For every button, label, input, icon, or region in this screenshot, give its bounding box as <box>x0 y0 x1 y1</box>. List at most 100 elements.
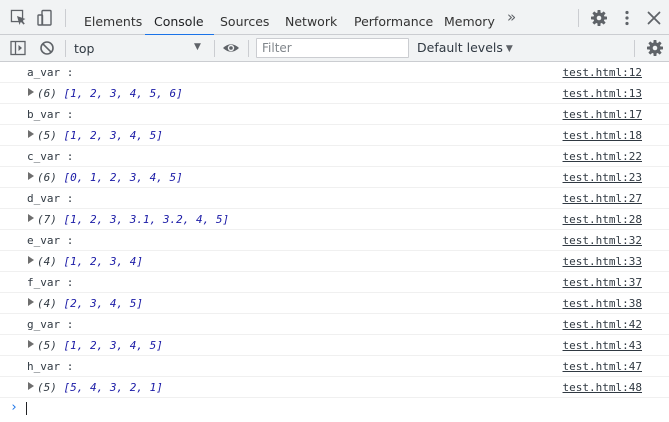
array-value: [1, 2, 3, 4] <box>63 255 143 268</box>
array-preview[interactable]: (4) [2, 3, 4, 5] <box>37 297 143 310</box>
console-log-message: a_var : test.html:12 <box>0 62 669 83</box>
tab-network[interactable]: Network <box>285 0 337 35</box>
expand-triangle-icon[interactable] <box>28 382 34 390</box>
source-link[interactable]: test.html:28 <box>563 213 642 226</box>
clear-console-icon[interactable] <box>38 39 56 57</box>
array-value: [0, 1, 2, 3, 4, 5] <box>63 171 183 184</box>
console-log-message: d_var : test.html:27 <box>0 188 669 209</box>
log-levels-dropdown[interactable]: Default levels ▼ <box>417 40 513 55</box>
console-log-message: b_var : test.html:17 <box>0 104 669 125</box>
settings-gear-icon[interactable] <box>590 9 608 27</box>
console-array-message[interactable]: (6) [1, 2, 3, 4, 5, 6] test.html:13 <box>0 83 669 104</box>
array-length: (5) <box>37 381 57 394</box>
tab-elements[interactable]: Elements <box>84 0 142 35</box>
expand-triangle-icon[interactable] <box>28 172 34 180</box>
context-selector[interactable]: top ▼ <box>74 35 214 61</box>
expand-triangle-icon[interactable] <box>28 340 34 348</box>
expand-triangle-icon[interactable] <box>28 130 34 138</box>
source-link[interactable]: test.html:37 <box>563 276 642 289</box>
tab-memory[interactable]: Memory <box>444 0 495 35</box>
source-link[interactable]: test.html:12 <box>563 66 642 79</box>
text-caret <box>26 402 27 415</box>
array-value: [1, 2, 3, 3.1, 3.2, 4, 5] <box>63 213 230 226</box>
tab-sources[interactable]: Sources <box>220 0 269 35</box>
filter-input[interactable] <box>256 38 409 58</box>
array-preview[interactable]: (5) [1, 2, 3, 4, 5] <box>37 339 163 352</box>
log-text: f_var : <box>27 276 74 289</box>
console-log-message: h_var : test.html:47 <box>0 356 669 377</box>
console-output: a_var : test.html:12 (6) [1, 2, 3, 4, 5, 6… <box>0 62 669 422</box>
console-array-message[interactable]: (7) [1, 2, 3, 3.1, 3.2, 4, 5] test.html:2… <box>0 209 669 230</box>
expand-triangle-icon[interactable] <box>28 256 34 264</box>
array-length: (4) <box>37 297 57 310</box>
console-array-message[interactable]: (5) [1, 2, 3, 4, 5] test.html:43 <box>0 335 669 356</box>
source-link[interactable]: test.html:23 <box>563 171 642 184</box>
toolbar-separator <box>248 40 249 57</box>
console-array-message[interactable]: (5) [1, 2, 3, 4, 5] test.html:18 <box>0 125 669 146</box>
console-log-message: e_var : test.html:32 <box>0 230 669 251</box>
more-options-icon[interactable] <box>618 9 636 27</box>
source-link[interactable]: test.html:17 <box>563 108 642 121</box>
log-text: e_var : <box>27 234 74 247</box>
tab-separator <box>65 9 66 27</box>
console-settings-gear-icon[interactable] <box>646 39 664 57</box>
device-toolbar-icon[interactable] <box>36 9 54 27</box>
toolbar-separator <box>634 40 635 57</box>
source-link[interactable]: test.html:33 <box>563 255 642 268</box>
array-value: [5, 4, 3, 2, 1] <box>63 381 163 394</box>
log-text: g_var : <box>27 318 74 331</box>
console-log-message: g_var : test.html:42 <box>0 314 669 335</box>
array-preview[interactable]: (6) [1, 2, 3, 4, 5, 6] <box>37 87 183 100</box>
close-icon[interactable] <box>645 9 663 27</box>
source-link[interactable]: test.html:32 <box>563 234 642 247</box>
array-length: (6) <box>37 171 57 184</box>
console-array-message[interactable]: (4) [1, 2, 3, 4] test.html:33 <box>0 251 669 272</box>
toolbar-separator <box>214 40 215 57</box>
expand-triangle-icon[interactable] <box>28 214 34 222</box>
log-text: a_var : <box>27 66 74 79</box>
tab-console[interactable]: Console <box>145 0 214 36</box>
log-text: h_var : <box>27 360 74 373</box>
source-link[interactable]: test.html:27 <box>563 192 642 205</box>
more-tabs-button[interactable]: » <box>507 8 516 26</box>
source-link[interactable]: test.html:48 <box>563 381 642 394</box>
dropdown-arrow-icon: ▼ <box>505 44 513 54</box>
console-array-message[interactable]: (5) [5, 4, 3, 2, 1] test.html:48 <box>0 377 669 398</box>
console-toolbar: top ▼ Default levels▼ <box>0 35 669 62</box>
source-link[interactable]: test.html:22 <box>563 150 642 163</box>
log-text: c_var : <box>27 150 74 163</box>
context-value: top <box>74 41 95 56</box>
expand-triangle-icon[interactable] <box>28 298 34 306</box>
console-log-message: c_var : test.html:22 <box>0 146 669 167</box>
source-link[interactable]: test.html:38 <box>563 297 642 310</box>
log-text: b_var : <box>27 108 74 121</box>
array-length: (4) <box>37 255 57 268</box>
sidebar-toggle-icon[interactable] <box>9 39 27 57</box>
array-length: (6) <box>37 87 57 100</box>
eye-icon[interactable] <box>222 39 240 57</box>
console-array-message[interactable]: (6) [0, 1, 2, 3, 4, 5] test.html:23 <box>0 167 669 188</box>
array-preview[interactable]: (5) [5, 4, 3, 2, 1] <box>37 381 163 394</box>
expand-triangle-icon[interactable] <box>28 88 34 96</box>
tab-separator <box>578 9 579 27</box>
array-value: [1, 2, 3, 4, 5] <box>63 339 163 352</box>
console-log-message: f_var : test.html:37 <box>0 272 669 293</box>
array-preview[interactable]: (4) [1, 2, 3, 4] <box>37 255 143 268</box>
array-preview[interactable]: (6) [0, 1, 2, 3, 4, 5] <box>37 171 183 184</box>
array-preview[interactable]: (5) [1, 2, 3, 4, 5] <box>37 129 163 142</box>
inspect-element-icon[interactable] <box>10 9 28 27</box>
console-array-message[interactable]: (4) [2, 3, 4, 5] test.html:38 <box>0 293 669 314</box>
source-link[interactable]: test.html:13 <box>563 87 642 100</box>
array-length: (7) <box>37 213 57 226</box>
console-prompt[interactable]: › <box>0 398 669 420</box>
tab-performance[interactable]: Performance <box>354 0 433 35</box>
toolbar-separator <box>65 40 66 57</box>
source-link[interactable]: test.html:42 <box>563 318 642 331</box>
source-link[interactable]: test.html:43 <box>563 339 642 352</box>
source-link[interactable]: test.html:18 <box>563 129 642 142</box>
log-text: d_var : <box>27 192 74 205</box>
array-value: [1, 2, 3, 4, 5, 6] <box>63 87 183 100</box>
source-link[interactable]: test.html:47 <box>563 360 642 373</box>
array-preview[interactable]: (7) [1, 2, 3, 3.1, 3.2, 4, 5] <box>37 213 229 226</box>
prompt-chevron-icon: › <box>10 400 18 415</box>
